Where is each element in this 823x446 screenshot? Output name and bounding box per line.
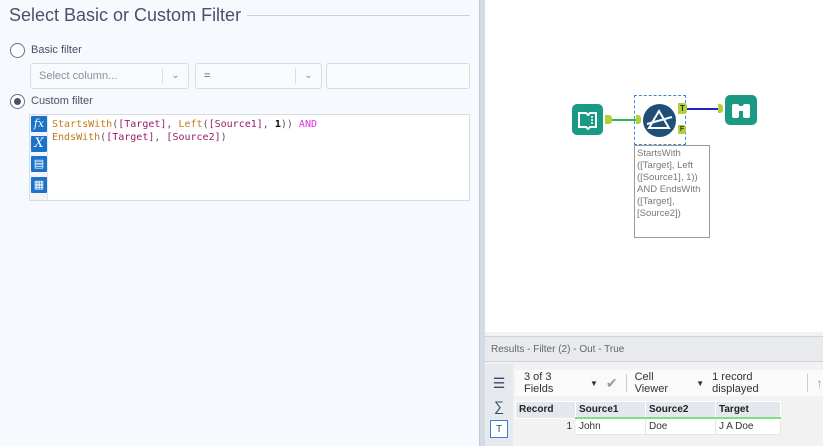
custom-filter-radio[interactable] (10, 94, 25, 109)
tag-icon[interactable]: T (490, 420, 508, 438)
basic-filter-label[interactable]: Basic filter (31, 44, 82, 56)
results-panel: Results - Filter (2) - Out - True ☰ ∑ T … (485, 332, 823, 446)
record-count: 1 record displayed (712, 371, 759, 395)
expression-token: Left (178, 119, 203, 130)
operator-value: = (204, 70, 211, 82)
divider (625, 374, 627, 392)
results-table: Record Source1 Source2 Target 1 John Doe… (515, 401, 781, 435)
divider (807, 374, 808, 392)
expression-line-2: EndsWith([Target], [Source2]) (52, 131, 317, 144)
connection-line (687, 108, 719, 110)
divider (247, 15, 470, 16)
column-header[interactable]: Source1 (575, 401, 646, 419)
value-input[interactable] (326, 63, 470, 89)
expression-token: , (262, 119, 275, 130)
expression-editor[interactable]: fx X ▤ ▦ StartsWith([Target], Left([Sour… (29, 114, 470, 201)
basic-filter-radio[interactable] (10, 43, 25, 58)
panel-title: Select Basic or Custom Filter (9, 5, 242, 25)
true-anchor[interactable]: T (678, 103, 687, 114)
expression-token: [Source2] (166, 132, 221, 143)
output-anchor[interactable] (605, 115, 612, 124)
expression-token: EndsWith (52, 132, 101, 143)
results-sidebar: ☰ ∑ T (485, 364, 513, 446)
column-placeholder: Select column... (39, 70, 118, 82)
results-toolbar: 3 of 3 Fields ▼ ✔ Cell Viewer ▼ 1 record… (515, 370, 823, 396)
expression-token: [Target] (118, 119, 167, 130)
expression-line-1: StartsWith([Target], Left([Source1], 1))… (52, 118, 317, 131)
operator-select[interactable]: = ⌄ (195, 63, 322, 89)
chevron-down-icon[interactable]: ⌄ (295, 68, 321, 84)
column-header[interactable]: Target (715, 401, 781, 419)
text-input-tool-icon[interactable] (572, 104, 603, 135)
table-cell[interactable]: J A Doe (715, 417, 781, 435)
open-folder-icon[interactable]: ▤ (31, 156, 47, 172)
expression-token: [Target] (106, 132, 155, 143)
expression-token: StartsWith (52, 119, 113, 130)
browse-tool-icon[interactable] (725, 95, 757, 125)
table-cell[interactable]: John (575, 417, 646, 435)
column-header[interactable]: Record (515, 401, 576, 419)
variable-icon[interactable]: X (31, 136, 47, 152)
expression-token: , (154, 132, 167, 143)
save-icon[interactable]: ▦ (31, 177, 47, 193)
record-cell[interactable]: 1 (515, 417, 576, 435)
input-anchor[interactable] (718, 104, 723, 113)
table-cell[interactable]: Doe (645, 417, 716, 435)
input-anchor[interactable] (636, 115, 641, 124)
tool-annotation: StartsWith ([Target], Left ([Source1], 1… (634, 145, 710, 238)
connection-line (612, 119, 636, 121)
function-icon[interactable]: fx (31, 116, 47, 132)
workflow-canvas[interactable]: T F StartsWith ([Target], Left ([Source1… (485, 0, 823, 332)
custom-filter-label[interactable]: Custom filter (31, 95, 93, 107)
column-header[interactable]: Source2 (645, 401, 716, 419)
table-row: 1 John Doe J A Doe (515, 417, 781, 435)
chevron-down-icon[interactable]: ▼ (696, 379, 704, 388)
expression-token: ) (220, 132, 227, 143)
expression-token: )) (280, 119, 293, 130)
chevron-down-icon[interactable]: ⌄ (162, 68, 188, 84)
expression-token: , (166, 119, 179, 130)
chevron-down-icon[interactable]: ▼ (590, 379, 598, 388)
false-anchor[interactable]: F (678, 125, 686, 134)
expression-code[interactable]: StartsWith([Target], Left([Source1], 1))… (52, 118, 317, 144)
column-select[interactable]: Select column... ⌄ (30, 63, 189, 89)
filter-tool-icon[interactable] (643, 104, 676, 137)
check-icon[interactable]: ✔ (606, 375, 618, 392)
expression-token: AND (292, 119, 317, 130)
table-view-icon[interactable]: ☰ (490, 374, 508, 392)
arrow-up-icon[interactable]: ↑ (816, 375, 823, 391)
results-header: Results - Filter (2) - Out - True (485, 336, 823, 362)
fields-dropdown[interactable]: 3 of 3 Fields (524, 371, 582, 395)
cell-viewer-dropdown[interactable]: Cell Viewer (635, 371, 689, 395)
expression-token: [Source1] (208, 119, 263, 130)
metadata-icon[interactable]: ∑ (490, 397, 508, 415)
configuration-panel: Select Basic or Custom Filter Basic filt… (0, 0, 479, 446)
